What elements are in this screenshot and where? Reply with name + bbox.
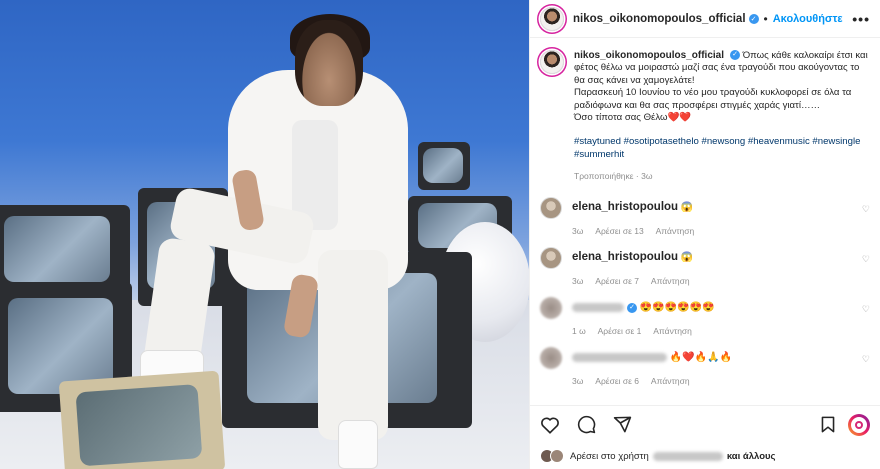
comment-meta: 1 ω Αρέσει σε 1 Απάντηση bbox=[572, 326, 715, 336]
person-leg-right bbox=[318, 250, 388, 440]
comment-time: 3ω bbox=[572, 376, 584, 387]
instagram-badge-icon[interactable] bbox=[848, 413, 870, 436]
comment-likes[interactable]: Αρέσει σε 13 bbox=[595, 226, 643, 236]
comment-heart-icon[interactable]: ♡ bbox=[862, 304, 870, 315]
comment-username-blurred[interactable] bbox=[572, 303, 624, 313]
comment-likes[interactable]: Αρέσει σε 7 bbox=[595, 276, 639, 286]
author-avatar[interactable] bbox=[540, 6, 564, 31]
caption-hashtags[interactable]: #staytuned #osotipotasethelo #newsong #h… bbox=[574, 136, 870, 161]
comment-body: elena_hristopoulou 😱 3ω Αρέσει σε 13 Απά… bbox=[572, 197, 704, 247]
comment-reply[interactable]: Απάντηση bbox=[651, 276, 690, 286]
caption-text: nikos_oikonomopoulos_official ✓ Όπως κάθε… bbox=[574, 50, 870, 161]
comment-reply[interactable]: Απάντηση bbox=[651, 376, 690, 386]
caption-author-avatar[interactable] bbox=[540, 50, 564, 74]
comment-likes[interactable]: Αρέσει σε 6 bbox=[595, 376, 639, 386]
liker-avatars bbox=[540, 449, 564, 463]
commenter-avatar-blurred[interactable] bbox=[540, 347, 562, 370]
post-caption: nikos_oikonomopoulos_official ✓ Όπως κάθε… bbox=[530, 38, 880, 161]
caption-hearts: ❤️❤️ bbox=[667, 112, 692, 124]
comments-scroll-area[interactable]: nikos_oikonomopoulos_official ✓ Όπως κάθε… bbox=[530, 38, 880, 405]
instagram-post-modal: nikos_oikonomopoulos_official ✓ • Ακολου… bbox=[0, 0, 880, 469]
comment-meta: 3ω Αρέσει σε 6 Απάντηση bbox=[572, 376, 732, 386]
comment-text: 😱 bbox=[680, 202, 694, 214]
post-photo[interactable] bbox=[0, 0, 529, 469]
person-boot-right bbox=[338, 420, 378, 469]
comment-body: ✓ 😍😍😍😍😍😍 1 ω Αρέσει σε 1 Απάντηση bbox=[572, 297, 715, 347]
comment-username[interactable]: elena_hristopoulou bbox=[572, 201, 678, 213]
commenter-avatar[interactable] bbox=[540, 247, 562, 270]
post-side-panel: nikos_oikonomopoulos_official ✓ • Ακολου… bbox=[529, 0, 880, 469]
comment-text: 🔥❤️🔥🙏🔥 bbox=[669, 352, 733, 364]
comment-heart-icon[interactable]: ♡ bbox=[862, 204, 870, 215]
likes-summary[interactable]: Αρέσει στο χρήστη και άλλους bbox=[530, 443, 880, 469]
verified-icon: ✓ bbox=[730, 50, 741, 61]
bookmark-icon[interactable] bbox=[818, 415, 838, 435]
comment-text: 😍😍😍😍😍😍 bbox=[639, 302, 715, 314]
verified-icon: ✓ bbox=[748, 13, 759, 24]
commenter-avatar-blurred[interactable] bbox=[540, 297, 562, 320]
post-action-bar bbox=[530, 405, 880, 443]
more-options-icon[interactable]: ••• bbox=[852, 11, 870, 27]
action-bar-right bbox=[818, 413, 870, 436]
comment-username[interactable]: elena_hristopoulou bbox=[572, 251, 678, 263]
comment-likes[interactable]: Αρέσει σε 1 bbox=[598, 326, 642, 336]
like-heart-icon[interactable] bbox=[540, 415, 560, 435]
comment-item: elena_hristopoulou 😱 3ω Αρέσει σε 13 Απά… bbox=[530, 197, 880, 247]
comment-icon[interactable] bbox=[576, 415, 596, 435]
caption-line-3: Όσο τίποτα σας Θέλω bbox=[574, 112, 668, 124]
caption-username[interactable]: nikos_oikonomopoulos_official bbox=[574, 50, 724, 61]
commenter-avatar[interactable] bbox=[540, 197, 562, 220]
edited-timestamp: Τροποποιήθηκε · 3ω bbox=[574, 171, 653, 182]
comment-heart-icon[interactable]: ♡ bbox=[862, 354, 870, 365]
liker-avatar bbox=[550, 449, 564, 463]
comment-reply[interactable]: Απάντηση bbox=[653, 326, 692, 336]
comment-item: ✓ 😍😍😍😍😍😍 1 ω Αρέσει σε 1 Απάντηση ♡ bbox=[530, 297, 880, 347]
author-username[interactable]: nikos_oikonomopoulos_official bbox=[573, 13, 746, 25]
comment-username-blurred[interactable] bbox=[572, 353, 667, 363]
tv-small-back bbox=[418, 142, 470, 190]
comment-time: 1 ω bbox=[572, 326, 586, 337]
comment-text: 😱 bbox=[680, 252, 694, 264]
comment-body: elena_hristopoulou 😱 3ω Αρέσει σε 7 Απάν… bbox=[572, 247, 700, 297]
comment-time: 3ω bbox=[572, 226, 584, 237]
likes-suffix[interactable]: και άλλους bbox=[727, 451, 776, 462]
comment-heart-icon[interactable]: ♡ bbox=[862, 254, 870, 265]
follow-button[interactable]: Ακολουθήστε bbox=[773, 13, 843, 25]
verified-icon: ✓ bbox=[627, 302, 637, 313]
comment-time: 3ω bbox=[572, 276, 584, 287]
share-icon[interactable] bbox=[612, 415, 632, 435]
caption-line-2: Παρασκευή 10 Ιουνίου το νέο μου τραγούδι… bbox=[574, 87, 852, 111]
comment-reply[interactable]: Απάντηση bbox=[656, 226, 695, 236]
comment-body: 🔥❤️🔥🙏🔥 3ω Αρέσει σε 6 Απάντηση bbox=[572, 347, 732, 397]
comment-meta: 3ω Αρέσει σε 13 Απάντηση bbox=[572, 226, 704, 236]
comment-item: 🔥❤️🔥🙏🔥 3ω Αρέσει σε 6 Απάντηση ♡ bbox=[530, 347, 880, 397]
comment-meta: 3ω Αρέσει σε 7 Απάντηση bbox=[572, 276, 700, 286]
post-header: nikos_oikonomopoulos_official ✓ • Ακολου… bbox=[530, 0, 880, 38]
tv-beige-front bbox=[58, 370, 226, 469]
separator-dot: • bbox=[763, 11, 768, 26]
comment-item: elena_hristopoulou 😱 3ω Αρέσει σε 7 Απάν… bbox=[530, 247, 880, 297]
liker-username-blurred[interactable] bbox=[652, 451, 723, 461]
person-head bbox=[295, 20, 363, 106]
likes-prefix: Αρέσει στο χρήστη bbox=[570, 450, 649, 462]
